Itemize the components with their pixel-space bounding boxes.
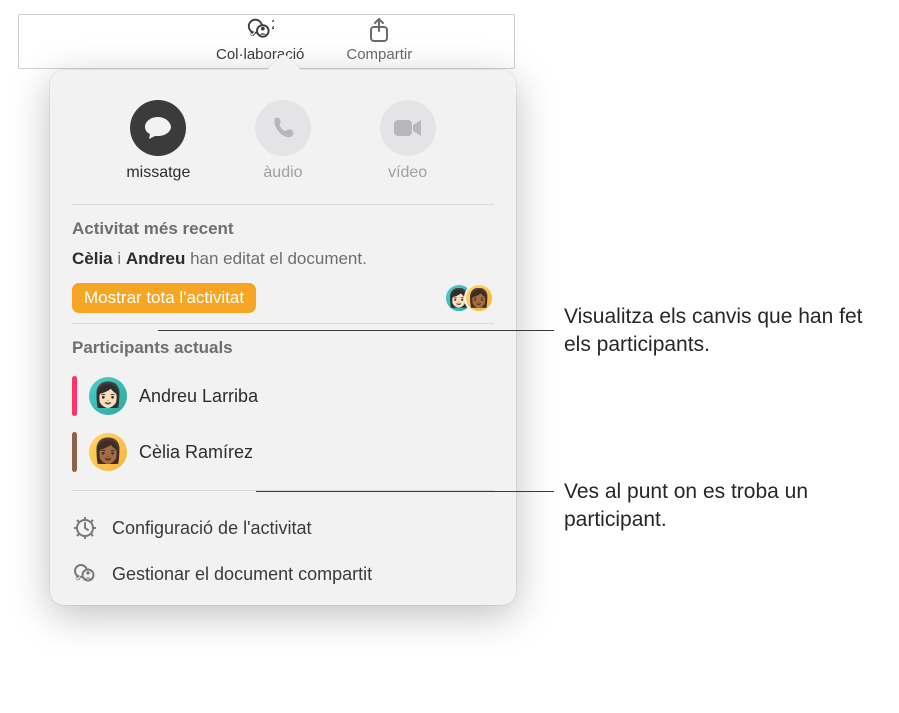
participant-name: Andreu Larriba [139,386,258,407]
contact-message-label: missatge [126,164,190,182]
message-icon [130,100,186,156]
activity-settings-label: Configuració de l'activitat [112,518,312,539]
participant-color-bar [72,432,77,472]
collaboration-icon [72,561,98,587]
contact-audio-button[interactable]: àudio [238,100,328,182]
show-all-activity-button[interactable]: Mostrar tota l'activitat [72,283,256,313]
manage-shared-document-button[interactable]: Gestionar el document compartit [72,551,494,593]
avatar: 👩🏻 [89,377,127,415]
callout-text: Ves al punt on es troba un participant. [564,478,874,535]
recent-editors-avatars: 👩🏻 👩🏾 [444,283,494,313]
divider [72,323,494,324]
contact-message-button[interactable]: missatge [113,100,203,182]
phone-icon [255,100,311,156]
avatar: 👩🏾 [464,283,494,313]
share-button[interactable]: Compartir [346,16,412,63]
participant-color-bar [72,376,77,416]
activity-heading: Activitat més recent [72,219,494,239]
participant-row[interactable]: 👩🏻 Andreu Larriba [72,368,494,424]
editor-name-2: Andreu [126,249,186,268]
avatar: 👩🏾 [89,433,127,471]
participant-row[interactable]: 👩🏾 Cèlia Ramírez [72,424,494,480]
app-toolbar: 2 Col·laboració Compartir [216,16,412,63]
collaboration-popover: missatge àudio vídeo Activitat més recen… [50,70,516,605]
callout-line [158,330,554,331]
callout-text: Visualitza els canvis que han fet els pa… [564,303,884,360]
contact-row: missatge àudio vídeo [72,92,494,198]
editor-name-1: Cèlia [72,249,113,268]
video-icon [380,100,436,156]
manage-shared-document-label: Gestionar el document compartit [112,564,372,585]
activity-summary: Cèlia i Andreu han editat el document. [72,249,494,269]
share-label: Compartir [346,46,412,63]
svg-text:2: 2 [271,17,274,32]
divider [72,204,494,205]
participants-heading: Participants actuals [72,338,494,358]
collaboration-button[interactable]: 2 Col·laboració [216,16,304,63]
contact-audio-label: àudio [263,164,302,182]
callout-line [256,491,554,492]
activity-settings-button[interactable]: Configuració de l'activitat [72,505,494,551]
participant-name: Cèlia Ramírez [139,442,253,463]
gear-clock-icon [72,515,98,541]
contact-video-label: vídeo [388,164,427,182]
contact-video-button[interactable]: vídeo [363,100,453,182]
share-icon [365,16,393,44]
collaboration-icon: 2 [246,16,274,44]
